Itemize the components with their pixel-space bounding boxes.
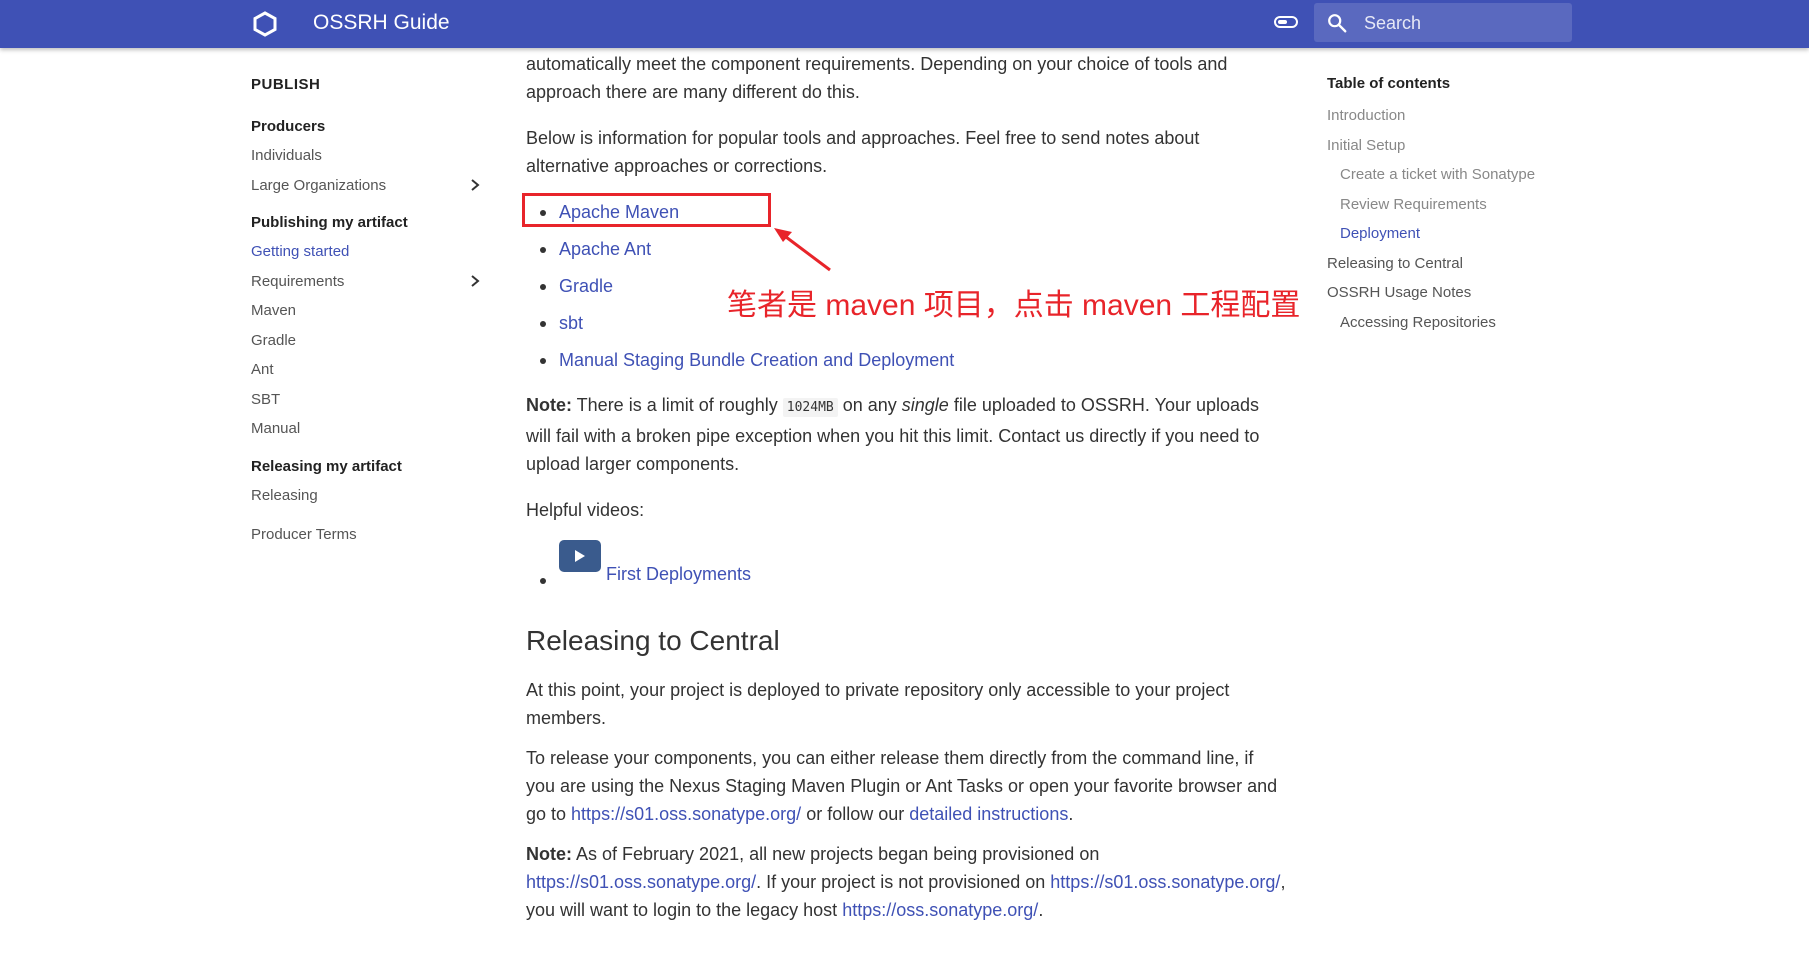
link-s01-oss[interactable]: https://s01.oss.sonatype.org/ [571, 804, 801, 824]
nav-item-label: Requirements [251, 272, 345, 290]
play-button[interactable] [559, 540, 601, 572]
nav-item-individuals[interactable]: Individuals [251, 141, 481, 171]
link-s01-oss[interactable]: https://s01.oss.sonatype.org/ [526, 872, 756, 892]
toc-title: Table of contents [1327, 75, 1451, 92]
code-size: 1024MB [782, 398, 838, 417]
nav-item-gradle[interactable]: Gradle [251, 326, 481, 356]
note-text: As of February 2021, all new projects be… [572, 844, 1100, 864]
nav-item-label: Producer Terms [251, 526, 357, 543]
nav-item-label: Maven [251, 302, 297, 319]
nav-item-maven[interactable]: Maven [251, 296, 481, 326]
main-content: automatically meet the component require… [526, 50, 1286, 924]
search-box[interactable] [1314, 3, 1572, 44]
note-upload-limit: Note: There is a limit of roughly 1024MB… [526, 391, 1286, 478]
note-emphasis: single [901, 395, 949, 415]
toggle-icon[interactable] [1274, 13, 1298, 31]
helpful-videos-label: Helpful videos: [526, 500, 645, 520]
link-manual-staging[interactable]: Manual Staging Bundle Creation and Deplo… [559, 350, 954, 370]
nav-item-ant[interactable]: Ant [251, 355, 481, 385]
nav-item-manual[interactable]: Manual [251, 414, 481, 444]
note-text: . [1038, 900, 1044, 920]
release-paragraph-1: At this point, your project is deployed … [526, 680, 1230, 728]
nav-item-label: Getting started [251, 243, 350, 260]
nav-item-label: SBT [251, 390, 281, 408]
toc-item-ossrh-usage-notes[interactable]: OSSRH Usage Notes [1327, 278, 1587, 308]
intro-paragraph-2: Below is information for popular tools a… [526, 128, 1200, 176]
nav-item-label: Large Organizations [251, 176, 387, 194]
release-paragraph-2: To release your components, you can eith… [526, 744, 1286, 828]
list-item: Apache Ant [526, 231, 1286, 268]
link-oss-legacy[interactable]: https://oss.sonatype.org/ [842, 900, 1038, 920]
nav-group-releasing: Releasing my artifact [251, 457, 402, 475]
chevron-right-icon [471, 178, 480, 191]
link-gradle[interactable]: Gradle [559, 276, 613, 296]
table-of-contents: Table of contents Introduction Initial S… [1327, 72, 1587, 337]
annotation-text: 笔者是 maven 项目，点击 maven 工程配置 [727, 289, 1301, 322]
top-header: OSSRH Guide [0, 0, 1809, 48]
note-provisioning: Note: As of February 2021, all new proje… [526, 840, 1286, 924]
hexagon-logo-icon[interactable] [252, 11, 278, 37]
section-heading-releasing: Releasing to Central [526, 625, 780, 656]
nav-item-releasing[interactable]: Releasing [251, 481, 481, 511]
search-icon[interactable] [1326, 12, 1348, 34]
annotation-highlight-box [522, 193, 771, 227]
nav-section-title: PUBLISH [251, 76, 321, 93]
toc-item-review-requirements[interactable]: Review Requirements [1327, 190, 1587, 220]
nav-item-label: Gradle [251, 331, 297, 349]
toc-item-introduction[interactable]: Introduction [1327, 101, 1587, 131]
nav-item-label: Ant [251, 361, 274, 378]
nav-group-producers: Producers [251, 118, 326, 135]
note-text: . If your project is not provisioned on [756, 872, 1051, 892]
link-first-deployments[interactable]: First Deployments [606, 560, 751, 588]
search-input[interactable] [1362, 3, 1566, 44]
link-detailed-instructions[interactable]: detailed instructions [909, 804, 1068, 824]
nav-item-label: Individuals [251, 147, 322, 164]
toc-item-releasing-to-central[interactable]: Releasing to Central [1327, 249, 1587, 279]
toc-item-accessing-repositories[interactable]: Accessing Repositories [1327, 308, 1587, 338]
toc-item-initial-setup[interactable]: Initial Setup [1327, 131, 1587, 161]
toc-item-create-ticket[interactable]: Create a ticket with Sonatype [1327, 160, 1587, 190]
nav-item-sbt[interactable]: SBT [251, 385, 481, 415]
note-text: There is a limit of roughly [572, 395, 783, 415]
annotation-arrow-icon [774, 228, 831, 272]
site-title[interactable]: OSSRH Guide [313, 10, 450, 36]
paragraph-text: or follow our [801, 804, 910, 824]
link-apache-ant[interactable]: Apache Ant [559, 239, 651, 259]
paragraph-text: . [1068, 804, 1074, 824]
link-sbt[interactable]: sbt [559, 313, 583, 333]
note-label: Note: [526, 395, 572, 415]
nav-item-large-organizations[interactable]: Large Organizations [251, 171, 481, 201]
note-label: Note: [526, 844, 572, 864]
play-icon [575, 550, 585, 562]
nav-item-label: Manual [251, 420, 301, 437]
nav-item-getting-started[interactable]: Getting started [251, 237, 481, 267]
note-text: on any [837, 395, 902, 415]
list-item: Manual Staging Bundle Creation and Deplo… [526, 342, 1286, 379]
chevron-right-icon [471, 274, 480, 287]
nav-item-producer-terms[interactable]: Producer Terms [251, 520, 481, 550]
nav-group-publishing: Publishing my artifact [251, 214, 408, 231]
toc-item-deployment[interactable]: Deployment [1327, 219, 1587, 249]
link-s01-oss[interactable]: https://s01.oss.sonatype.org/ [1050, 872, 1280, 892]
left-sidebar: PUBLISH Producers Individuals Large Orga… [251, 75, 481, 550]
video-list-item: First Deployments [526, 538, 1286, 594]
intro-paragraph-1: automatically meet the component require… [526, 54, 1228, 102]
nav-item-requirements[interactable]: Requirements [251, 267, 481, 297]
nav-item-label: Releasing [251, 486, 318, 504]
